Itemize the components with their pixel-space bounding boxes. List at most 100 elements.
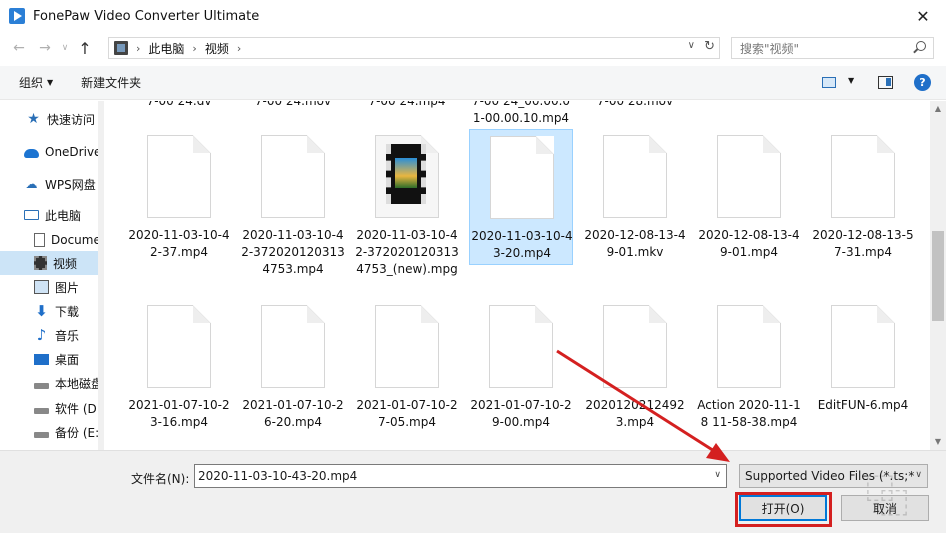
- recent-locations-chevron-icon[interactable]: ∨: [58, 37, 72, 59]
- sidebar-item-quick-access[interactable]: ★ 快速访问: [0, 107, 98, 131]
- breadcrumb-separator-icon[interactable]: ›: [192, 42, 196, 55]
- file-tile[interactable]: 2021-01-07-10-29-00.mp4: [469, 299, 573, 429]
- file-tile[interactable]: Action 2020-11-18 11-58-38.mp4: [697, 299, 801, 449]
- sidebar-item-disk-d[interactable]: 软件 (D:): [0, 396, 98, 420]
- sidebar-item-documents[interactable]: Documents: [0, 228, 98, 252]
- file-name: 2021-01-07-10-29-00.mp4: [470, 398, 572, 429]
- navigation-pane: ★ 快速访问 OneDrive ☁ WPS网盘 此电脑 Documents 视频…: [0, 101, 98, 450]
- sidebar-item-videos[interactable]: 视频: [0, 251, 98, 275]
- scrollbar-thumb[interactable]: [932, 231, 944, 321]
- sidebar-item-disk-e[interactable]: 备份 (E:): [0, 420, 98, 444]
- new-folder-button[interactable]: 新建文件夹: [81, 74, 141, 91]
- file-tile[interactable]: 7-00 24.mov: [241, 101, 345, 123]
- sidebar-item-label: 备份 (E:): [55, 425, 98, 440]
- file-tile[interactable]: 20201202124923.mp4: [583, 299, 687, 429]
- file-tile[interactable]: 2021-01-07-10-23-16.mp4: [127, 299, 231, 429]
- sidebar-item-wps[interactable]: ☁ WPS网盘: [0, 172, 98, 196]
- file-tile[interactable]: 2021-01-07-10-27-05.mp4: [355, 299, 459, 429]
- breadcrumb-this-pc[interactable]: 此电脑: [148, 40, 184, 57]
- sidebar-item-this-pc[interactable]: 此电脑: [0, 203, 98, 227]
- sidebar-item-label: WPS网盘: [45, 177, 96, 192]
- search-icon[interactable]: [916, 41, 926, 51]
- help-icon[interactable]: ?: [914, 74, 931, 91]
- address-dropdown-icon[interactable]: ∨: [688, 40, 695, 51]
- back-arrow-icon[interactable]: ←: [8, 37, 30, 59]
- sidebar-item-desktop[interactable]: 桌面: [0, 347, 98, 371]
- file-name: 7-00 24.mp4: [368, 101, 446, 108]
- file-name: 2020-11-03-10-42-3720201203134753_(new).…: [355, 228, 459, 276]
- file-thumbnail-icon: [261, 305, 325, 388]
- file-name: 20201202124923.mp4: [585, 398, 685, 429]
- music-icon: ♪: [36, 326, 47, 344]
- sidebar-item-label: 桌面: [55, 352, 80, 367]
- sidebar-item-label: 快速访问: [47, 112, 96, 127]
- breadcrumb-separator-icon[interactable]: ›: [237, 42, 241, 55]
- file-thumbnail-icon: [490, 136, 554, 219]
- filename-dropdown-icon[interactable]: ∨: [714, 470, 721, 480]
- file-name: 7-00 24.dv: [146, 101, 212, 108]
- navigation-scrollbar[interactable]: [98, 101, 104, 450]
- file-name: 2021-01-07-10-27-05.mp4: [356, 398, 458, 429]
- view-options-icon[interactable]: [822, 77, 836, 88]
- sidebar-item-onedrive[interactable]: OneDrive: [0, 140, 98, 164]
- file-thumbnail-icon: [147, 305, 211, 388]
- file-thumbnail-icon: [375, 305, 439, 388]
- file-thumbnail-icon: [603, 135, 667, 218]
- file-thumbnail-icon: [147, 135, 211, 218]
- organize-menu[interactable]: 组织: [19, 74, 43, 91]
- close-button[interactable]: ✕: [900, 0, 946, 32]
- computer-icon: [24, 210, 39, 220]
- file-tile[interactable]: 7-00 24.mp4: [355, 101, 459, 123]
- preview-pane-icon[interactable]: [878, 76, 893, 89]
- file-tile[interactable]: 2020-12-08-13-57-31.mp4: [811, 129, 915, 259]
- filename-field[interactable]: 2020-11-03-10-43-20.mp4 ∨: [194, 464, 727, 488]
- sidebar-item-pictures[interactable]: 图片: [0, 275, 98, 299]
- sidebar-item-music[interactable]: ♪ 音乐: [0, 323, 98, 347]
- breadcrumb-separator-icon[interactable]: ›: [136, 42, 140, 55]
- file-name: EditFUN-6.mp4: [817, 398, 909, 412]
- video-filmstrip-icon: [386, 144, 426, 204]
- file-name: 2021-01-07-10-26-20.mp4: [242, 398, 344, 429]
- sidebar-item-label: 下载: [55, 304, 80, 319]
- toolbar: 组织 ▼ 新建文件夹 ▼ ?: [0, 66, 946, 100]
- file-tile[interactable]: 7-00 24.dv: [127, 101, 231, 123]
- file-tile[interactable]: 7-00 24_00.00.01-00.00.10.mp4: [469, 101, 573, 127]
- sidebar-item-downloads[interactable]: ⬇ 下载: [0, 299, 98, 323]
- file-tile[interactable]: 2020-12-08-13-49-01.mp4: [697, 129, 801, 259]
- open-button-label: 打开(O): [761, 501, 805, 516]
- file-name: 2020-12-08-13-49-01.mkv: [584, 228, 686, 259]
- forward-arrow-icon[interactable]: →: [34, 37, 56, 59]
- file-grid: 7-00 24.dv 7-00 24.mov 7-00 24.mp4 7-00 …: [108, 101, 930, 450]
- breadcrumb-videos[interactable]: 视频: [205, 40, 229, 57]
- title-bar: FonePaw Video Converter Ultimate ✕: [0, 0, 946, 32]
- search-input[interactable]: 搜索"视频": [731, 37, 934, 59]
- sidebar-item-label: 此电脑: [45, 208, 82, 223]
- file-thumbnail-icon: [831, 135, 895, 218]
- app-play-icon: [9, 8, 25, 24]
- file-tile[interactable]: 2020-12-08-13-49-01.mkv: [583, 129, 687, 259]
- file-grid-scrollbar[interactable]: ▲ ▼: [930, 101, 946, 450]
- view-dropdown-icon[interactable]: ▼: [848, 76, 854, 85]
- wps-cloud-icon: ☁: [25, 177, 38, 191]
- sidebar-item-disk-c[interactable]: 本地磁盘 (C:): [0, 371, 98, 395]
- file-tile[interactable]: 2020-11-03-10-42-3720201203134753.mp4: [241, 129, 345, 279]
- file-tile[interactable]: 7-00 28.mov: [583, 101, 687, 123]
- organize-dropdown-icon[interactable]: ▼: [47, 78, 53, 87]
- open-button[interactable]: 打开(O): [739, 495, 827, 521]
- file-tile[interactable]: 2020-11-03-10-42-37.mp4: [127, 129, 231, 259]
- file-tile[interactable]: 2020-11-03-10-42-3720201203134753_(new).…: [355, 129, 459, 299]
- file-name: 2021-01-07-10-23-16.mp4: [128, 398, 230, 429]
- address-bar[interactable]: › 此电脑 › 视频 › ∨ ↻: [108, 37, 720, 59]
- file-tile[interactable]: 2021-01-07-10-26-20.mp4: [241, 299, 345, 429]
- scroll-down-icon[interactable]: ▼: [930, 434, 946, 450]
- disk-icon: [34, 382, 49, 389]
- up-arrow-icon[interactable]: ↑: [74, 37, 96, 59]
- file-thumbnail-icon: [603, 305, 667, 388]
- file-tile-selected[interactable]: 2020-11-03-10-43-20.mp4: [469, 129, 573, 265]
- file-name: 2020-12-08-13-57-31.mp4: [812, 228, 914, 259]
- file-tile[interactable]: EditFUN-6.mp4: [811, 299, 915, 429]
- refresh-icon[interactable]: ↻: [704, 39, 715, 54]
- scroll-up-icon[interactable]: ▲: [930, 101, 946, 117]
- download-icon: ⬇: [35, 302, 48, 320]
- disk-icon: [34, 431, 49, 438]
